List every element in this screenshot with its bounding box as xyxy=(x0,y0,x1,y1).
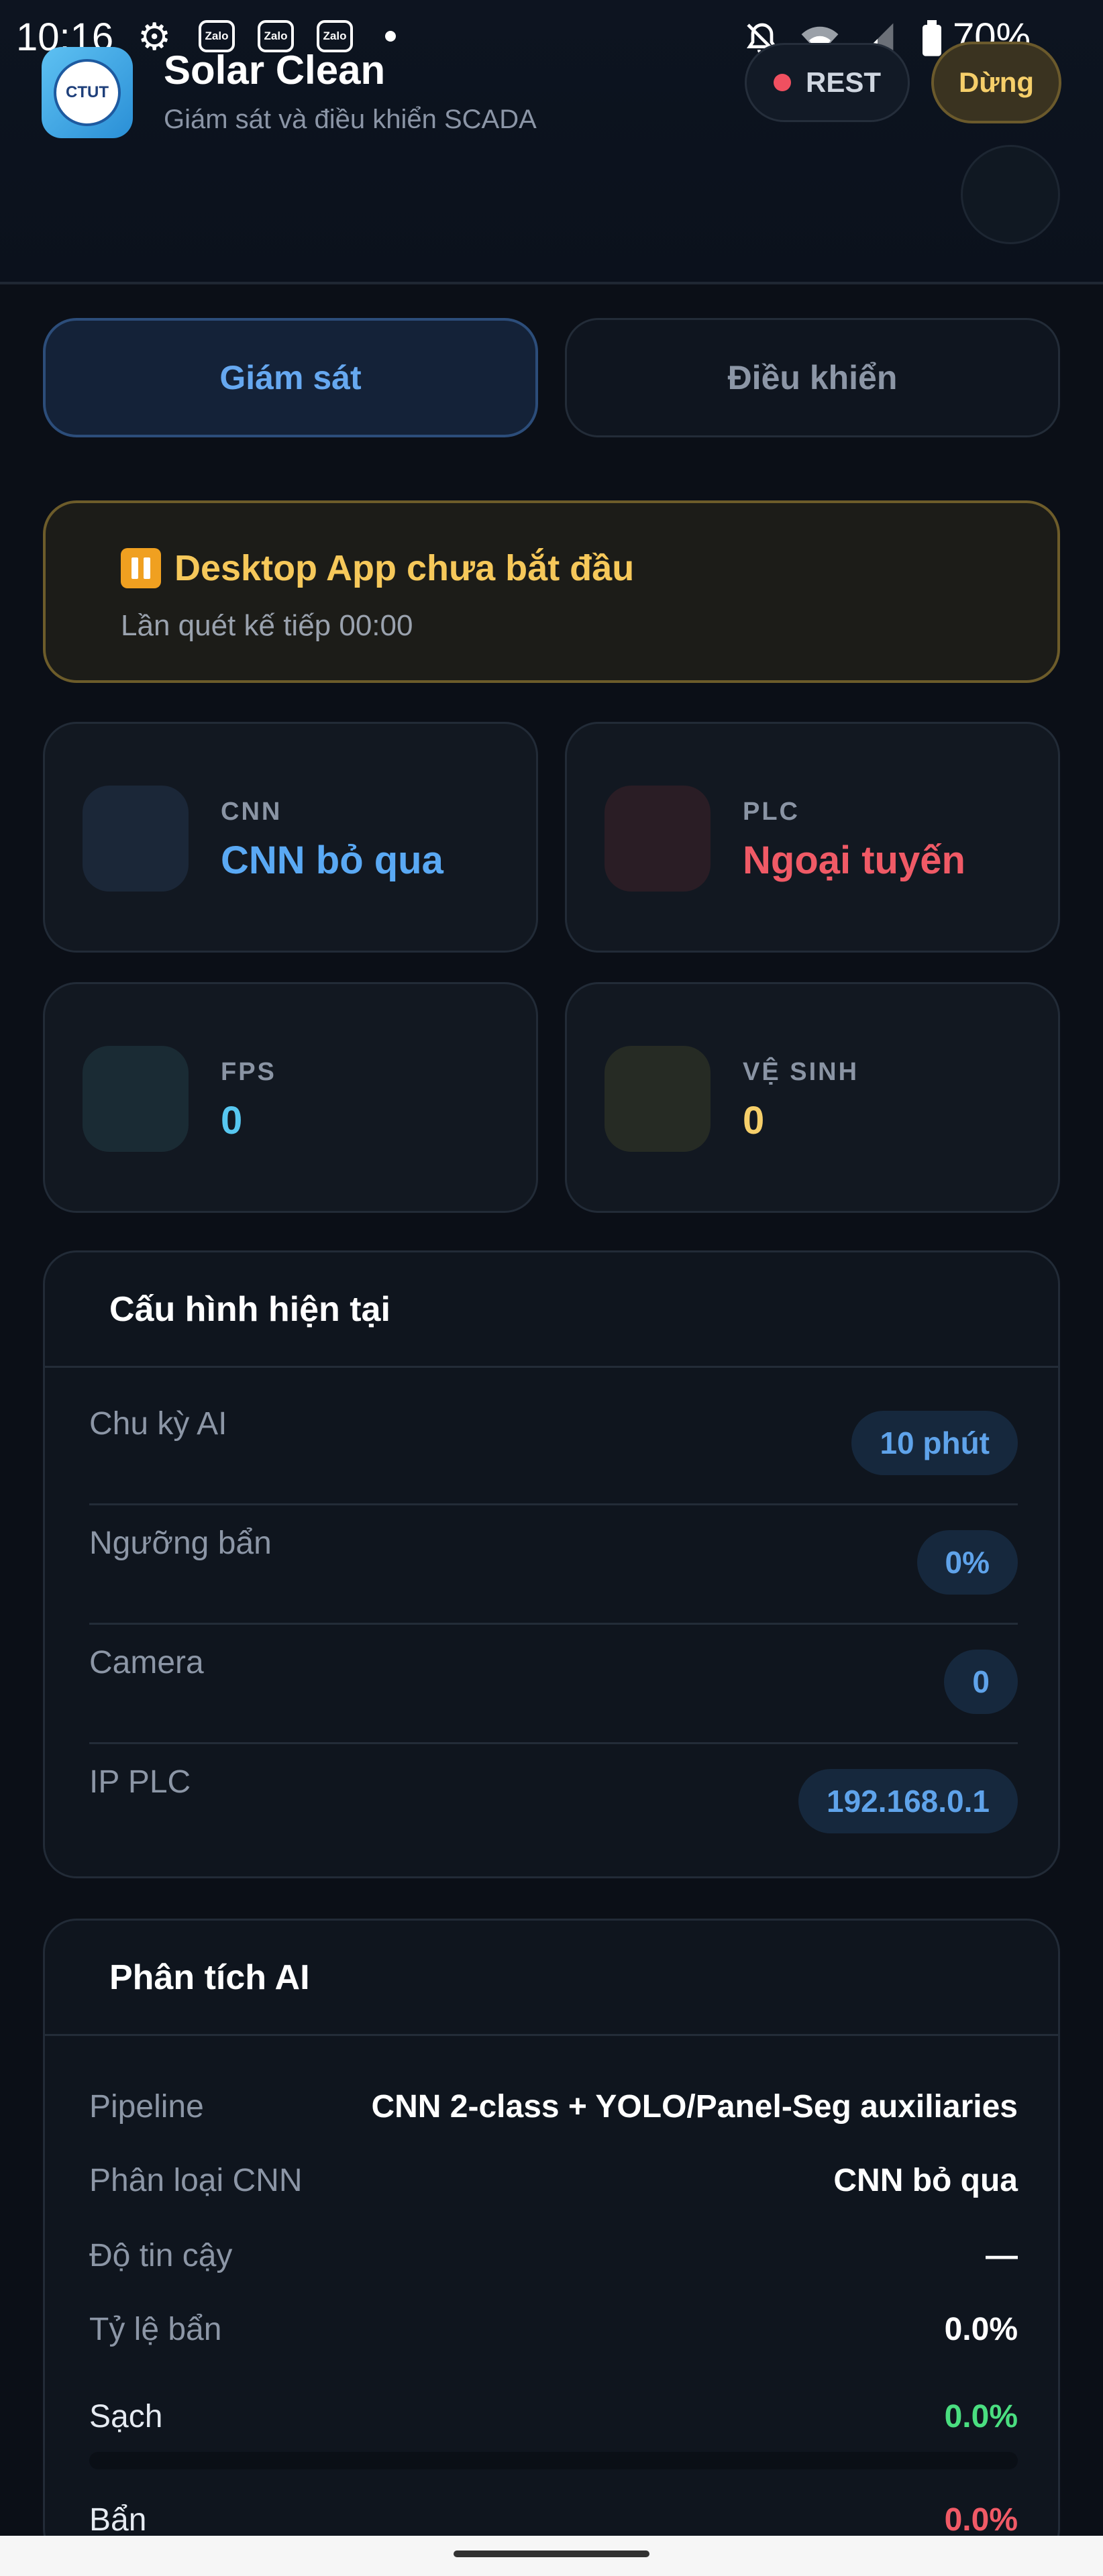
dirty-label: Bẩn xyxy=(89,2502,147,2538)
stat-label: PLC xyxy=(743,798,800,826)
config-value-badge: 10 phút xyxy=(851,1411,1018,1475)
ai-row-confidence: Độ tin cậy — xyxy=(89,2237,1018,2291)
alert-next-scan: Lần quét kế tiếp 00:00 xyxy=(121,609,413,642)
ai-row-dirt-ratio: Tỷ lệ bẩn 0.0% xyxy=(89,2311,1018,2365)
stat-label: FPS xyxy=(221,1058,276,1086)
ai-row-pipeline: Pipeline CNN 2-class + YOLO/Panel-Seg au… xyxy=(89,2088,1018,2142)
alert-title: Desktop App chưa bắt đầu xyxy=(121,547,634,589)
stat-value: Ngoại tuyến xyxy=(743,839,965,882)
config-value-badge: 192.168.0.1 xyxy=(798,1769,1018,1833)
menu-round-button[interactable] xyxy=(961,145,1060,244)
ai-title: Phân tích AI xyxy=(45,1921,1058,2036)
app-title: Solar Clean xyxy=(164,48,386,93)
config-row-ai-cycle: Chu kỳ AI 10 phút xyxy=(89,1369,1018,1489)
clean-value: 0.0% xyxy=(944,2399,1018,2434)
ai-value: CNN 2-class + YOLO/Panel-Seg auxiliaries xyxy=(371,2089,1018,2125)
config-label: Chu kỳ AI xyxy=(89,1406,227,1442)
stat-value: CNN bỏ qua xyxy=(221,839,443,882)
config-title: Cấu hình hiện tại xyxy=(45,1252,1058,1368)
stat-card-plc: PLC Ngoại tuyến xyxy=(565,722,1060,953)
config-row-plc-ip: IP PLC 192.168.0.1 xyxy=(89,1727,1018,1847)
app-subtitle: Giám sát và điều khiển SCADA xyxy=(164,105,537,134)
tab-monitor[interactable]: Giám sát xyxy=(43,318,538,437)
config-row-camera: Camera 0 xyxy=(89,1608,1018,1727)
status-dot-icon xyxy=(773,74,791,91)
ai-row-cnn-class: Phân loại CNN CNN bỏ qua xyxy=(89,2162,1018,2216)
ai-row-clean: Sạch 0.0% xyxy=(89,2398,1018,2452)
ai-analysis-panel: Phân tích AI Pipeline CNN 2-class + YOLO… xyxy=(43,1919,1060,2563)
plc-icon xyxy=(605,786,711,892)
ai-label: Độ tin cậy xyxy=(89,2238,233,2273)
ai-label: Phân loại CNN xyxy=(89,2163,303,2198)
cleaning-icon xyxy=(605,1046,711,1152)
rest-mode-button[interactable]: REST xyxy=(745,43,910,122)
config-label: IP PLC xyxy=(89,1764,191,1800)
ai-label: Pipeline xyxy=(89,2089,204,2125)
dirty-value: 0.0% xyxy=(944,2502,1018,2538)
stat-label: VỆ SINH xyxy=(743,1058,859,1086)
logo-emblem: CTUT xyxy=(54,59,121,126)
clean-progress-bar xyxy=(89,2452,1018,2469)
more-notifications-dot-icon xyxy=(385,31,396,42)
home-gesture-handle[interactable] xyxy=(454,2551,649,2557)
stat-value: 0 xyxy=(743,1099,765,1142)
ai-value: 0.0% xyxy=(944,2312,1018,2347)
clean-label: Sạch xyxy=(89,2399,163,2434)
cnn-icon xyxy=(83,786,189,892)
rest-label: REST xyxy=(805,66,881,98)
stat-card-cleaning: VỆ SINH 0 xyxy=(565,982,1060,1213)
config-value-badge: 0 xyxy=(944,1650,1018,1714)
system-nav-bar xyxy=(0,2536,1103,2576)
ai-label: Tỷ lệ bẩn xyxy=(89,2312,222,2347)
pause-icon xyxy=(121,548,161,588)
ai-value: CNN bỏ qua xyxy=(833,2163,1018,2198)
config-value-badge: 0% xyxy=(916,1530,1018,1595)
stop-button[interactable]: Dừng xyxy=(931,42,1061,123)
fps-icon xyxy=(83,1046,189,1152)
stat-value: 0 xyxy=(221,1099,243,1142)
ai-value: — xyxy=(986,2238,1018,2273)
stat-card-cnn: CNN CNN bỏ qua xyxy=(43,722,538,953)
config-row-dirt-threshold: Ngưỡng bẩn 0% xyxy=(89,1489,1018,1608)
app-logo: CTUT xyxy=(42,47,133,138)
alert-title-text: Desktop App chưa bắt đầu xyxy=(174,548,635,588)
stat-card-fps: FPS 0 xyxy=(43,982,538,1213)
battery-icon xyxy=(923,20,941,56)
stat-label: CNN xyxy=(221,798,282,826)
config-panel: Cấu hình hiện tại Chu kỳ AI 10 phút Ngưỡ… xyxy=(43,1250,1060,1878)
config-label: Ngưỡng bẩn xyxy=(89,1525,272,1561)
status-alert: Desktop App chưa bắt đầu Lần quét kế tiế… xyxy=(43,500,1060,683)
tab-control[interactable]: Điều khiển xyxy=(565,318,1060,437)
config-label: Camera xyxy=(89,1645,204,1680)
